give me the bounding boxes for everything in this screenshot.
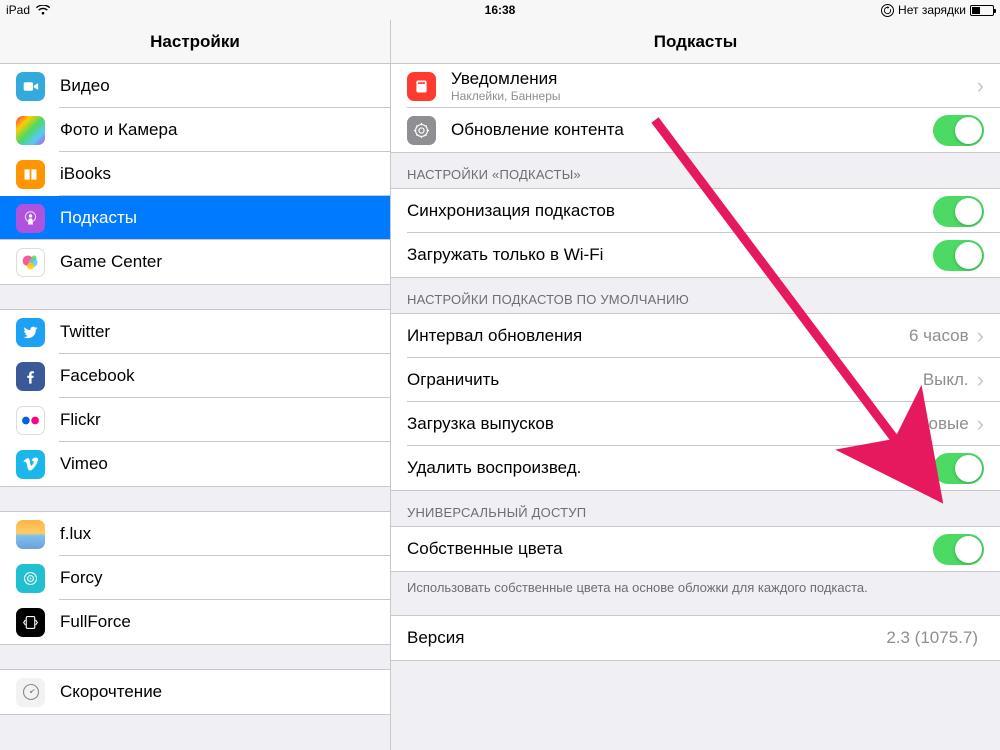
sidebar-item-label: Vimeo [60,454,374,474]
row-label: Обновление контента [451,120,933,140]
vimeo-icon [16,450,45,479]
speedread-icon [16,678,45,707]
row-wifi-only[interactable]: Загружать только в Wi-Fi [391,233,1000,277]
battery-icon [970,5,994,16]
row-sync-podcasts[interactable]: Синхронизация подкастов [391,189,1000,233]
row-label: Интервал обновления [407,326,909,346]
row-background-refresh[interactable]: Обновление контента [391,108,1000,152]
flickr-icon [16,406,45,435]
row-delete-played[interactable]: Удалить воспроизвед. [391,446,1000,490]
row-notifications[interactable]: Уведомления Наклейки, Баннеры › [391,64,1000,108]
row-value: Выкл. [923,370,969,390]
sidebar-item-label: Фото и Камера [60,120,374,140]
notifications-icon [407,72,436,101]
row-refresh-interval[interactable]: Интервал обновления 6 часов › [391,314,1000,358]
row-label: Версия [407,628,886,648]
sidebar-item-label: FullForce [60,612,374,632]
sidebar-item-label: Game Center [60,252,374,272]
twitter-icon [16,318,45,347]
row-limit[interactable]: Ограничить Выкл. › [391,358,1000,402]
detail-title: Подкасты [391,20,1000,64]
flux-icon [16,520,45,549]
podcasts-icon [16,204,45,233]
sidebar-item-label: Подкасты [60,208,374,228]
sidebar-item-label: Flickr [60,410,374,430]
sidebar-item-video[interactable]: Видео [0,64,390,108]
chevron-right-icon: › [977,75,984,97]
sidebar-item-fullforce[interactable]: FullForce [0,600,390,644]
row-label: Загрузка выпусков [407,414,916,434]
rotation-lock-icon [881,4,894,17]
photos-icon [16,116,45,145]
row-label: Удалить воспроизвед. [407,458,933,478]
row-label: Ограничить [407,370,923,390]
toggle-wifi-only[interactable] [933,240,984,271]
fullforce-icon [16,608,45,637]
section-header-defaults: НАСТРОЙКИ ПОДКАСТОВ ПО УМОЛЧАНИЮ [391,278,1000,313]
toggle-own-colors[interactable] [933,534,984,565]
row-subtitle: Наклейки, Баннеры [451,89,975,103]
status-bar: iPad 16:38 Нет зарядки [0,0,1000,20]
gear-refresh-icon [407,116,436,145]
row-value: 6 часов [909,326,969,346]
sidebar-item-twitter[interactable]: Twitter [0,310,390,354]
sidebar-item-label: Скорочтение [60,682,374,702]
sidebar-item-podcasts[interactable]: Подкасты [0,196,390,240]
sidebar-item-label: Facebook [60,366,374,386]
chevron-right-icon: › [977,369,984,391]
sidebar-item-label: iBooks [60,164,374,184]
section-header-podcast-settings: НАСТРОЙКИ «ПОДКАСТЫ» [391,153,1000,188]
sidebar-item-label: f.lux [60,524,374,544]
sidebar-title: Настройки [0,20,390,64]
section-header-accessibility: УНИВЕРСАЛЬНЫЙ ДОСТУП [391,491,1000,526]
detail-pane: Подкасты Уведомления Наклейки, Баннеры › [391,20,1000,750]
sidebar-item-flux[interactable]: f.lux [0,512,390,556]
row-download-episodes[interactable]: Загрузка выпусков Новые › [391,402,1000,446]
row-own-colors[interactable]: Собственные цвета [391,527,1000,571]
device-label: iPad [6,3,30,17]
wifi-icon [36,5,50,15]
row-label: Собственные цвета [407,539,933,559]
row-value: Новые [916,414,968,434]
sidebar-item-vimeo[interactable]: Vimeo [0,442,390,486]
row-label: Синхронизация подкастов [407,201,933,221]
charging-status: Нет зарядки [898,3,966,17]
sidebar-item-gamecenter[interactable]: Game Center [0,240,390,284]
chevron-right-icon: › [977,413,984,435]
sidebar-item-label: Видео [60,76,374,96]
sidebar-item-label: Twitter [60,322,374,342]
sidebar-item-label: Forcy [60,568,374,588]
toggle-delete-played[interactable] [933,453,984,484]
row-version: Версия 2.3 (1075.7) [391,616,1000,660]
ibooks-icon [16,160,45,189]
row-label: Загружать только в Wi-Fi [407,245,933,265]
section-footer-accessibility: Использовать собственные цвета на основе… [391,572,1000,605]
chevron-right-icon: › [977,325,984,347]
forcy-icon [16,564,45,593]
toggle-background-refresh[interactable] [933,115,984,146]
row-label: Уведомления [451,69,975,89]
video-icon [16,72,45,101]
toggle-sync-podcasts[interactable] [933,196,984,227]
sidebar-item-forcy[interactable]: Forcy [0,556,390,600]
sidebar-item-photos[interactable]: Фото и Камера [0,108,390,152]
sidebar-item-facebook[interactable]: Facebook [0,354,390,398]
row-value: 2.3 (1075.7) [886,628,978,648]
sidebar-item-ibooks[interactable]: iBooks [0,152,390,196]
gamecenter-icon [16,248,45,277]
settings-sidebar: Настройки Видео Фото и Камера [0,20,391,750]
sidebar-item-speedread[interactable]: Скорочтение [0,670,390,714]
facebook-icon [16,362,45,391]
sidebar-item-flickr[interactable]: Flickr [0,398,390,442]
